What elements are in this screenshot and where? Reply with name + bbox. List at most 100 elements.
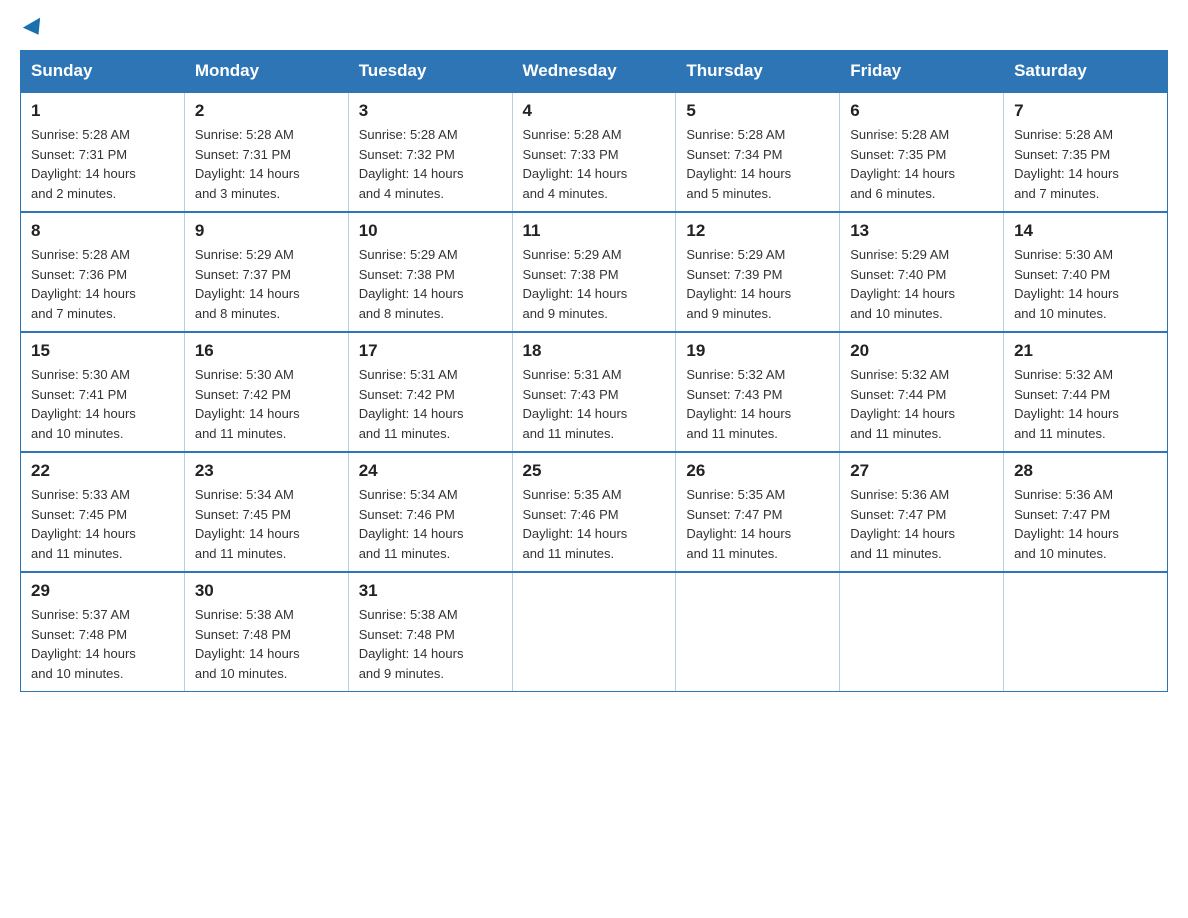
calendar-cell: 1 Sunrise: 5:28 AMSunset: 7:31 PMDaylight… [21, 92, 185, 212]
calendar-cell: 16Sunrise: 5:30 AMSunset: 7:42 PMDayligh… [184, 332, 348, 452]
col-monday: Monday [184, 51, 348, 93]
calendar-cell: 30 Sunrise: 5:38 AMSunset: 7:48 PMDayligh… [184, 572, 348, 692]
day-number: 25 [523, 461, 666, 481]
day-info: Sunrise: 5:28 AMSunset: 7:32 PMDaylight:… [359, 125, 502, 203]
calendar-cell: 15 Sunrise: 5:30 AMSunset: 7:41 PMDayligh… [21, 332, 185, 452]
day-number: 5 [686, 101, 829, 121]
calendar-week-row: 29 Sunrise: 5:37 AMSunset: 7:48 PMDayligh… [21, 572, 1168, 692]
day-number: 19 [686, 341, 829, 361]
day-number: 10 [359, 221, 502, 241]
day-number: 28 [1014, 461, 1157, 481]
day-info: Sunrise: 5:36 AMSunset: 7:47 PMDaylight:… [850, 485, 993, 563]
day-info: Sunrise: 5:34 AMSunset: 7:46 PMDaylight:… [359, 485, 502, 563]
day-info: Sunrise: 5:29 AMSunset: 7:38 PMDaylight:… [359, 245, 502, 323]
day-number: 21 [1014, 341, 1157, 361]
calendar-cell: 21 Sunrise: 5:32 AMSunset: 7:44 PMDayligh… [1004, 332, 1168, 452]
calendar-cell: 25 Sunrise: 5:35 AMSunset: 7:46 PMDayligh… [512, 452, 676, 572]
day-info: Sunrise: 5:28 AMSunset: 7:31 PMDaylight:… [31, 125, 174, 203]
logo-arrow-icon [23, 18, 47, 40]
day-number: 9 [195, 221, 338, 241]
day-info: Sunrise: 5:36 AMSunset: 7:47 PMDaylight:… [1014, 485, 1157, 563]
day-info: Sunrise: 5:38 AMSunset: 7:48 PMDaylight:… [359, 605, 502, 683]
day-info: Sunrise: 5:30 AMSunset: 7:40 PMDaylight:… [1014, 245, 1157, 323]
day-info: Sunrise: 5:28 AMSunset: 7:35 PMDaylight:… [1014, 125, 1157, 203]
day-number: 16 [195, 341, 338, 361]
day-info: Sunrise: 5:28 AMSunset: 7:33 PMDaylight:… [523, 125, 666, 203]
calendar-cell: 2 Sunrise: 5:28 AMSunset: 7:31 PMDaylight… [184, 92, 348, 212]
calendar-cell: 20Sunrise: 5:32 AMSunset: 7:44 PMDayligh… [840, 332, 1004, 452]
day-number: 23 [195, 461, 338, 481]
day-info: Sunrise: 5:32 AMSunset: 7:44 PMDaylight:… [850, 365, 993, 443]
day-number: 26 [686, 461, 829, 481]
day-number: 30 [195, 581, 338, 601]
calendar-cell: 29 Sunrise: 5:37 AMSunset: 7:48 PMDayligh… [21, 572, 185, 692]
calendar-cell: 31 Sunrise: 5:38 AMSunset: 7:48 PMDayligh… [348, 572, 512, 692]
col-sunday: Sunday [21, 51, 185, 93]
calendar-week-row: 15 Sunrise: 5:30 AMSunset: 7:41 PMDayligh… [21, 332, 1168, 452]
day-number: 11 [523, 221, 666, 241]
day-number: 6 [850, 101, 993, 121]
calendar-cell: 13 Sunrise: 5:29 AMSunset: 7:40 PMDayligh… [840, 212, 1004, 332]
calendar-cell [512, 572, 676, 692]
day-number: 13 [850, 221, 993, 241]
day-info: Sunrise: 5:29 AMSunset: 7:37 PMDaylight:… [195, 245, 338, 323]
day-info: Sunrise: 5:28 AMSunset: 7:34 PMDaylight:… [686, 125, 829, 203]
calendar-cell: 4 Sunrise: 5:28 AMSunset: 7:33 PMDaylight… [512, 92, 676, 212]
calendar-cell: 27Sunrise: 5:36 AMSunset: 7:47 PMDayligh… [840, 452, 1004, 572]
col-saturday: Saturday [1004, 51, 1168, 93]
day-info: Sunrise: 5:29 AMSunset: 7:40 PMDaylight:… [850, 245, 993, 323]
logo-blue-text [20, 20, 44, 34]
col-thursday: Thursday [676, 51, 840, 93]
day-number: 3 [359, 101, 502, 121]
day-number: 7 [1014, 101, 1157, 121]
day-number: 14 [1014, 221, 1157, 241]
day-number: 1 [31, 101, 174, 121]
calendar-cell: 23 Sunrise: 5:34 AMSunset: 7:45 PMDayligh… [184, 452, 348, 572]
calendar-cell: 17Sunrise: 5:31 AMSunset: 7:42 PMDayligh… [348, 332, 512, 452]
col-tuesday: Tuesday [348, 51, 512, 93]
day-info: Sunrise: 5:35 AMSunset: 7:47 PMDaylight:… [686, 485, 829, 563]
day-info: Sunrise: 5:34 AMSunset: 7:45 PMDaylight:… [195, 485, 338, 563]
day-info: Sunrise: 5:28 AMSunset: 7:31 PMDaylight:… [195, 125, 338, 203]
day-info: Sunrise: 5:28 AMSunset: 7:35 PMDaylight:… [850, 125, 993, 203]
calendar-cell: 22 Sunrise: 5:33 AMSunset: 7:45 PMDayligh… [21, 452, 185, 572]
page-header [20, 20, 1168, 34]
day-number: 15 [31, 341, 174, 361]
calendar-cell [676, 572, 840, 692]
day-info: Sunrise: 5:32 AMSunset: 7:44 PMDaylight:… [1014, 365, 1157, 443]
day-info: Sunrise: 5:32 AMSunset: 7:43 PMDaylight:… [686, 365, 829, 443]
col-wednesday: Wednesday [512, 51, 676, 93]
day-info: Sunrise: 5:29 AMSunset: 7:39 PMDaylight:… [686, 245, 829, 323]
day-number: 22 [31, 461, 174, 481]
day-info: Sunrise: 5:35 AMSunset: 7:46 PMDaylight:… [523, 485, 666, 563]
day-number: 29 [31, 581, 174, 601]
calendar-header-row: Sunday Monday Tuesday Wednesday Thursday… [21, 51, 1168, 93]
calendar-cell: 14 Sunrise: 5:30 AMSunset: 7:40 PMDayligh… [1004, 212, 1168, 332]
day-number: 18 [523, 341, 666, 361]
calendar-cell: 24 Sunrise: 5:34 AMSunset: 7:46 PMDayligh… [348, 452, 512, 572]
day-info: Sunrise: 5:31 AMSunset: 7:43 PMDaylight:… [523, 365, 666, 443]
calendar-cell [1004, 572, 1168, 692]
day-number: 4 [523, 101, 666, 121]
logo [20, 20, 44, 34]
day-info: Sunrise: 5:38 AMSunset: 7:48 PMDaylight:… [195, 605, 338, 683]
calendar-cell: 12 Sunrise: 5:29 AMSunset: 7:39 PMDayligh… [676, 212, 840, 332]
day-number: 12 [686, 221, 829, 241]
day-info: Sunrise: 5:37 AMSunset: 7:48 PMDaylight:… [31, 605, 174, 683]
calendar-cell: 9 Sunrise: 5:29 AMSunset: 7:37 PMDaylight… [184, 212, 348, 332]
day-number: 31 [359, 581, 502, 601]
calendar-cell: 6 Sunrise: 5:28 AMSunset: 7:35 PMDaylight… [840, 92, 1004, 212]
day-number: 2 [195, 101, 338, 121]
calendar-cell: 28 Sunrise: 5:36 AMSunset: 7:47 PMDayligh… [1004, 452, 1168, 572]
calendar-cell: 5 Sunrise: 5:28 AMSunset: 7:34 PMDaylight… [676, 92, 840, 212]
day-info: Sunrise: 5:30 AMSunset: 7:41 PMDaylight:… [31, 365, 174, 443]
day-info: Sunrise: 5:33 AMSunset: 7:45 PMDaylight:… [31, 485, 174, 563]
calendar-week-row: 1 Sunrise: 5:28 AMSunset: 7:31 PMDaylight… [21, 92, 1168, 212]
calendar-cell: 10 Sunrise: 5:29 AMSunset: 7:38 PMDayligh… [348, 212, 512, 332]
day-number: 24 [359, 461, 502, 481]
day-info: Sunrise: 5:31 AMSunset: 7:42 PMDaylight:… [359, 365, 502, 443]
calendar-week-row: 8Sunrise: 5:28 AMSunset: 7:36 PMDaylight… [21, 212, 1168, 332]
calendar-cell: 26 Sunrise: 5:35 AMSunset: 7:47 PMDayligh… [676, 452, 840, 572]
calendar-table: Sunday Monday Tuesday Wednesday Thursday… [20, 50, 1168, 692]
day-number: 8 [31, 221, 174, 241]
